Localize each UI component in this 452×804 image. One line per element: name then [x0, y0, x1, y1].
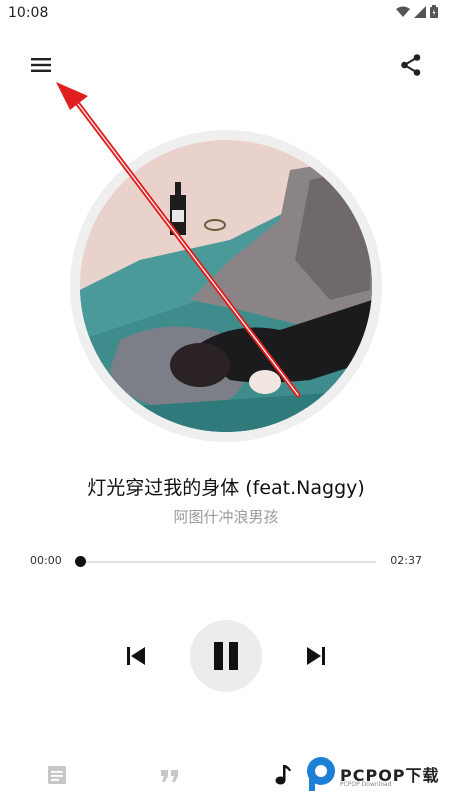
status-time: 10:08: [8, 5, 49, 21]
battery-icon: [430, 5, 438, 18]
status-icons: [396, 5, 438, 18]
list-document-icon: [48, 766, 66, 784]
menu-icon: [31, 58, 51, 72]
current-time: 00:00: [30, 554, 62, 567]
skip-next-icon: [307, 647, 325, 665]
quote-icon: [161, 770, 178, 782]
duration-time: 02:37: [390, 554, 422, 567]
watermark: PCPOP下载 PCPOP Download: [304, 752, 448, 798]
play-pause-button[interactable]: [190, 620, 262, 692]
pause-icon: [214, 642, 238, 670]
album-cover-image: [80, 140, 372, 432]
song-artist: 阿图什冲浪男孩: [173, 508, 279, 526]
pcpop-logo-icon: [307, 757, 335, 791]
album-art[interactable]: [80, 140, 372, 432]
skip-previous-icon: [127, 647, 145, 665]
music-note-icon: [275, 765, 291, 785]
signal-icon: [414, 5, 426, 18]
next-button[interactable]: [304, 644, 328, 668]
tab-lyrics[interactable]: [157, 762, 183, 788]
album-art-frame: [70, 130, 382, 442]
share-icon: [401, 54, 421, 76]
menu-button[interactable]: [28, 52, 54, 78]
song-title: 灯光穿过我的身体 (feat.Naggy): [87, 477, 365, 499]
seek-track[interactable]: [80, 561, 376, 563]
watermark-sub: PCPOP Download: [340, 781, 392, 788]
share-button[interactable]: [398, 52, 424, 78]
tab-playlist[interactable]: [44, 762, 70, 788]
wifi-icon: [396, 6, 410, 17]
seek-thumb[interactable]: [74, 556, 86, 567]
status-bar: 10:08: [0, 0, 452, 26]
tab-player[interactable]: [270, 762, 296, 788]
previous-button[interactable]: [124, 644, 148, 668]
